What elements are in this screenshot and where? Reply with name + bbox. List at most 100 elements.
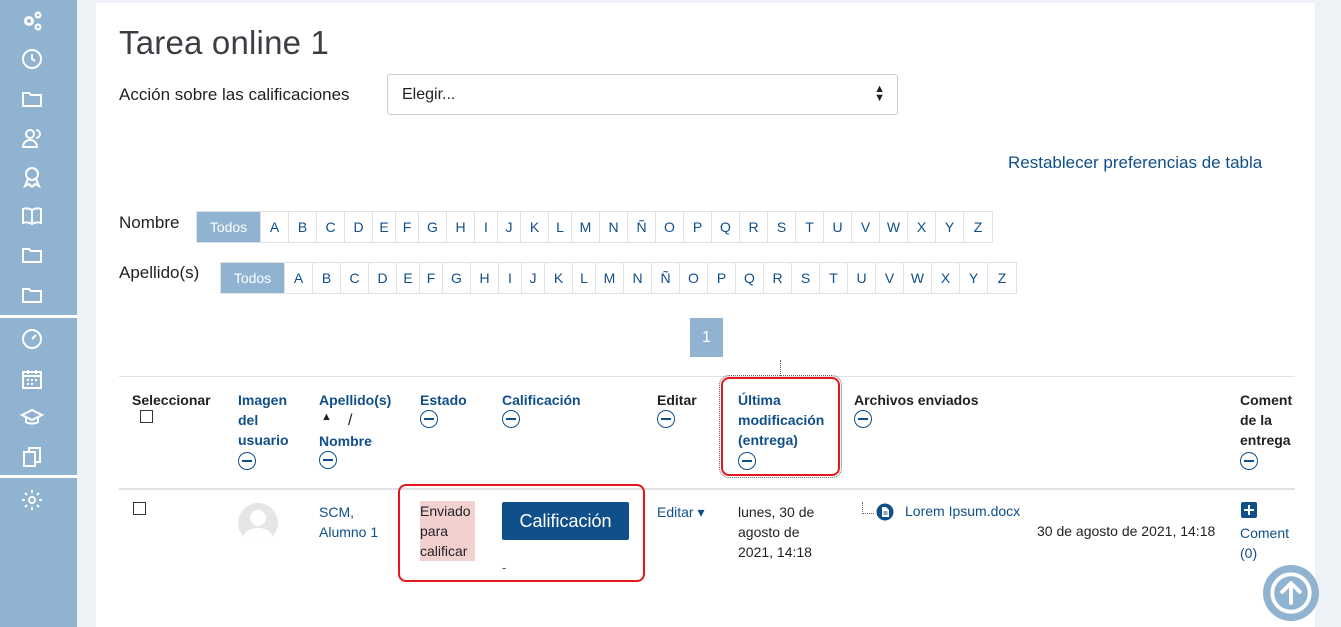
collapse-column-icon[interactable] [854, 410, 872, 428]
lastname-initial-letter-i[interactable]: I [499, 263, 522, 293]
folder-icon[interactable] [17, 240, 47, 270]
lastname-initial-letter-x[interactable]: X [932, 263, 960, 293]
col-image-header[interactable]: Imagen del usuario [238, 390, 289, 471]
lastname-initial-letter-m[interactable]: M [596, 263, 624, 293]
last-modified-line1: lunes, 30 de [738, 504, 815, 520]
collapse-column-icon[interactable] [319, 451, 337, 469]
lastname-initial-letter-b[interactable]: B [313, 263, 341, 293]
lastname-initial-letter-o[interactable]: O [680, 263, 708, 293]
last-modified-line2: agosto de [738, 524, 800, 540]
lastname-initial-letter-t[interactable]: T [820, 263, 848, 293]
collapse-column-icon[interactable] [238, 452, 256, 471]
firstname-initial-letter-i[interactable]: I [475, 212, 498, 242]
folder-icon[interactable] [17, 84, 47, 114]
firstname-initial-letter-y[interactable]: Y [936, 212, 964, 242]
firstname-initial-letter-p[interactable]: P [684, 212, 712, 242]
firstname-initial-letter-ñ[interactable]: Ñ [628, 212, 656, 242]
lastname-initial-letter-a[interactable]: A [285, 263, 313, 293]
firstname-initial-letter-d[interactable]: D [345, 212, 373, 242]
lastname-initial-letter-f[interactable]: F [420, 263, 443, 293]
lastname-initial-letter-h[interactable]: H [471, 263, 499, 293]
firstname-initial-letter-s[interactable]: S [768, 212, 796, 242]
lastname-initial-letter-r[interactable]: R [764, 263, 792, 293]
users-icon[interactable] [17, 123, 47, 153]
page-1-button[interactable]: 1 [690, 318, 723, 357]
award-icon[interactable] [17, 162, 47, 192]
firstname-initial-letter-z[interactable]: Z [964, 212, 992, 242]
lastname-initial-letter-l[interactable]: L [573, 263, 596, 293]
collapse-column-icon[interactable] [1240, 452, 1258, 471]
lastname-initial-letter-w[interactable]: W [904, 263, 932, 293]
sort-separator: / [348, 412, 353, 429]
lastname-initial-letter-p[interactable]: P [708, 263, 736, 293]
row-select-checkbox[interactable] [133, 502, 146, 515]
collapse-column-icon[interactable] [420, 410, 438, 428]
folder-icon[interactable] [17, 280, 47, 310]
firstname-initial-letter-c[interactable]: C [317, 212, 345, 242]
grading-action-select[interactable]: Elegir... ▲ ▼ [387, 74, 898, 115]
firstname-initial-letter-n[interactable]: N [600, 212, 628, 242]
gears-icon[interactable] [17, 6, 47, 36]
lastname-initial-letter-d[interactable]: D [369, 263, 397, 293]
firstname-initial-letter-o[interactable]: O [656, 212, 684, 242]
col-image-line3: usuario [238, 432, 289, 448]
collapse-column-icon[interactable] [657, 410, 675, 428]
submitted-file-link[interactable]: Lorem Ipsum.docx [905, 503, 1020, 519]
firstname-initial-letter-k[interactable]: K [521, 212, 549, 242]
copy-icon[interactable] [17, 442, 47, 472]
gear-icon[interactable] [17, 485, 47, 515]
lastname-initial-letter-q[interactable]: Q [736, 263, 764, 293]
col-status-header[interactable]: Estado [420, 390, 467, 410]
firstname-initial-letter-j[interactable]: J [498, 212, 521, 242]
firstname-initial-letter-g[interactable]: G [419, 212, 447, 242]
calendar-icon[interactable] [17, 364, 47, 394]
lastname-initial-letter-y[interactable]: Y [960, 263, 988, 293]
collapse-column-icon[interactable] [502, 410, 520, 428]
firstname-initial-letter-l[interactable]: L [549, 212, 572, 242]
firstname-initial-all[interactable]: Todos [197, 212, 261, 242]
document-icon [876, 503, 894, 521]
edit-dropdown[interactable]: Editar ▾ [657, 502, 705, 522]
student-name-link[interactable]: SCM, Alumno 1 [319, 502, 378, 542]
firstname-initial-letter-a[interactable]: A [261, 212, 289, 242]
scroll-to-top-button[interactable] [1263, 565, 1319, 621]
col-firstname-header[interactable]: Nombre [319, 431, 372, 451]
lastname-initial-letter-v[interactable]: V [876, 263, 904, 293]
firstname-initial-letter-b[interactable]: B [289, 212, 317, 242]
firstname-initial-letter-x[interactable]: X [908, 212, 936, 242]
dashboard-icon[interactable] [17, 324, 47, 354]
drag-guide-line [780, 360, 781, 376]
lastname-initial-letter-j[interactable]: J [522, 263, 545, 293]
last-modified-line3: 2021, 14:18 [738, 544, 812, 560]
lastname-initial-all[interactable]: Todos [221, 263, 285, 293]
lastname-initial-letter-n[interactable]: N [624, 263, 652, 293]
lastname-initial-letter-u[interactable]: U [848, 263, 876, 293]
firstname-initial-letter-f[interactable]: F [396, 212, 419, 242]
firstname-initial-letter-h[interactable]: H [447, 212, 475, 242]
table-top-border [119, 376, 1295, 377]
firstname-initial-letter-u[interactable]: U [824, 212, 852, 242]
clock-icon[interactable] [17, 44, 47, 74]
lastname-initial-letter-k[interactable]: K [545, 263, 573, 293]
col-grade-header[interactable]: Calificación [502, 390, 581, 410]
firstname-initial-letter-v[interactable]: V [852, 212, 880, 242]
lastname-initial-letter-e[interactable]: E [397, 263, 420, 293]
book-icon[interactable] [17, 201, 47, 231]
firstname-initial-letter-m[interactable]: M [572, 212, 600, 242]
lastname-initial-letter-g[interactable]: G [443, 263, 471, 293]
graduation-cap-icon[interactable] [17, 403, 47, 433]
lastname-initial-letter-s[interactable]: S [792, 263, 820, 293]
reset-table-preferences-link[interactable]: Restablecer preferencias de tabla [1008, 153, 1262, 173]
lastname-initial-letter-c[interactable]: C [341, 263, 369, 293]
add-comment-icon[interactable] [1241, 502, 1257, 518]
lastname-initial-letter-ñ[interactable]: Ñ [652, 263, 680, 293]
comments-link[interactable]: Coment (0) [1240, 523, 1289, 563]
firstname-initial-letter-w[interactable]: W [880, 212, 908, 242]
col-image-line2: del [238, 412, 259, 428]
select-all-checkbox[interactable] [140, 410, 153, 423]
firstname-initial-letter-r[interactable]: R [740, 212, 768, 242]
firstname-initial-letter-q[interactable]: Q [712, 212, 740, 242]
firstname-initial-letter-t[interactable]: T [796, 212, 824, 242]
firstname-initial-letter-e[interactable]: E [373, 212, 396, 242]
lastname-initial-letter-z[interactable]: Z [988, 263, 1016, 293]
